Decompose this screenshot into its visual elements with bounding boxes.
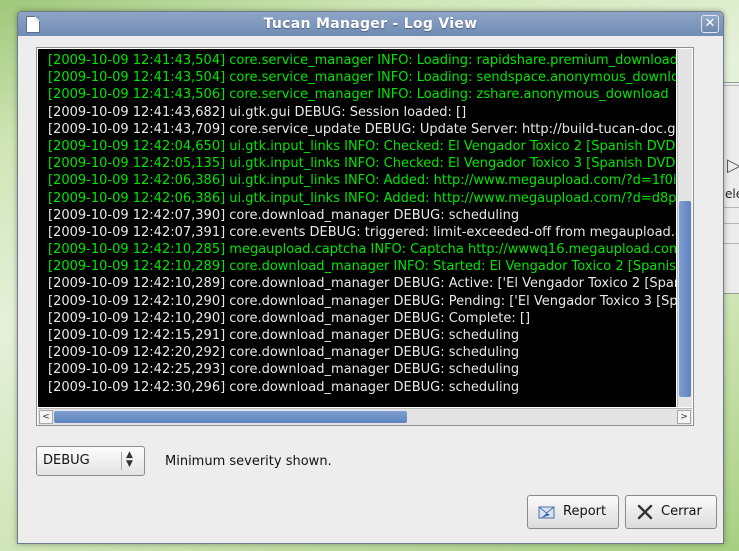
log-view-dialog: Tucan Manager - Log View ✕ [2009-10-09 1… — [17, 11, 724, 544]
cerrar-button[interactable]: Cerrar — [625, 495, 717, 529]
vertical-scrollbar[interactable] — [677, 49, 692, 407]
log-line: [2009-10-09 12:41:43,682] ui.gtk.gui DEB… — [48, 104, 467, 120]
close-x-icon — [637, 504, 653, 520]
log-line: [2009-10-09 12:41:43,506] core.service_m… — [48, 87, 669, 103]
log-line: [2009-10-09 12:42:07,390] core.download_… — [48, 207, 520, 223]
combo-divider — [121, 452, 122, 470]
log-line: [2009-10-09 12:42:10,289] core.download_… — [48, 259, 676, 275]
log-line: [2009-10-09 12:42:10,290] core.download_… — [48, 310, 531, 326]
horizontal-scroll-thumb[interactable] — [54, 411, 407, 423]
title-bar[interactable]: Tucan Manager - Log View ✕ — [18, 12, 723, 36]
severity-hint: Minimum severity shown. — [165, 454, 332, 469]
log-line: [2009-10-09 12:41:43,504] core.service_m… — [48, 53, 676, 68]
scroll-right-icon[interactable]: > — [677, 410, 691, 424]
log-line: [2009-10-09 12:42:04,650] ui.gtk.input_l… — [48, 138, 676, 154]
window-title: Tucan Manager - Log View — [263, 16, 478, 32]
log-line: [2009-10-09 12:42:10,289] core.download_… — [48, 276, 676, 292]
log-line: [2009-10-09 12:41:43,709] core.service_u… — [48, 121, 676, 137]
severity-select[interactable]: DEBUG ▲ ▼ — [36, 446, 145, 476]
severity-value: DEBUG — [43, 453, 90, 468]
report-button-label: Report — [563, 504, 607, 519]
play-arrow-icon[interactable]: ▷ — [727, 155, 739, 176]
log-lines: [2009-10-09 12:41:43,504] core.service_m… — [48, 52, 676, 396]
log-line: [2009-10-09 12:42:20,292] core.download_… — [48, 345, 520, 361]
log-line: [2009-10-09 12:42:05,135] ui.gtk.input_l… — [48, 156, 676, 172]
cerrar-button-label: Cerrar — [661, 504, 702, 519]
vertical-scroll-thumb[interactable] — [679, 201, 691, 397]
close-window-button[interactable]: ✕ — [701, 15, 719, 33]
log-line: [2009-10-09 12:42:06,386] ui.gtk.input_l… — [48, 173, 676, 189]
log-line: [2009-10-09 12:42:10,290] core.download_… — [48, 293, 676, 309]
report-mail-icon — [538, 506, 555, 519]
log-line: [2009-10-09 12:42:30,296] core.download_… — [48, 379, 520, 395]
log-line: [2009-10-09 12:41:43,504] core.service_m… — [48, 70, 676, 86]
horizontal-scrollbar[interactable]: < > — [38, 408, 692, 425]
scroll-left-icon[interactable]: < — [39, 410, 53, 424]
log-line: [2009-10-09 12:42:06,386] ui.gtk.input_l… — [48, 190, 676, 206]
log-line: [2009-10-09 12:42:07,391] core.events DE… — [48, 224, 676, 240]
background-window-text: ele — [725, 187, 739, 201]
log-line: [2009-10-09 12:42:25,293] core.download_… — [48, 362, 520, 378]
combo-arrows-icon: ▲ ▼ — [126, 450, 133, 469]
log-panel: [2009-10-09 12:41:43,504] core.service_m… — [36, 47, 694, 426]
log-line: [2009-10-09 12:42:15,291] core.download_… — [48, 328, 520, 343]
log-line: [2009-10-09 12:42:10,285] megaupload.cap… — [48, 242, 676, 258]
report-button[interactable]: Report — [527, 495, 619, 529]
log-text-view[interactable]: [2009-10-09 12:41:43,504] core.service_m… — [38, 49, 676, 407]
